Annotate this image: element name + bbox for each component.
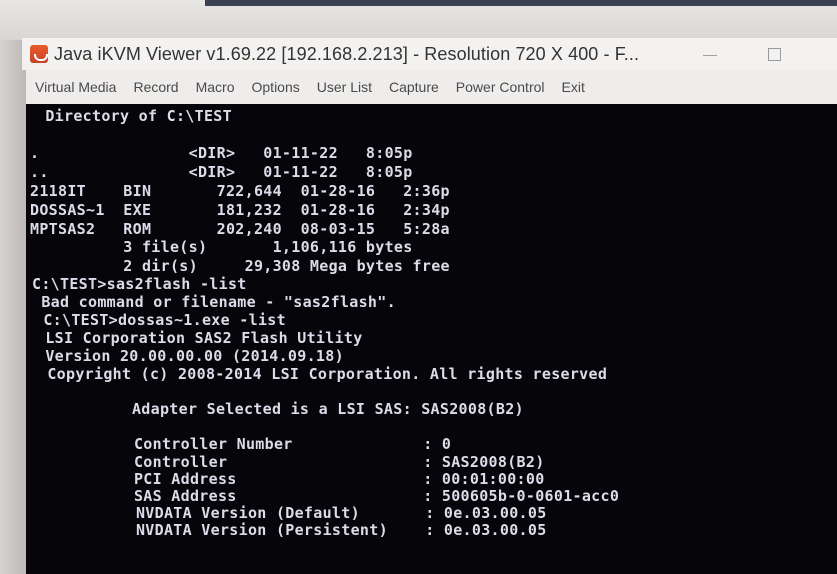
menu-bar: Virtual Media Record Macro Options User … [26, 70, 837, 104]
console-line: C:\TEST>sas2flash -list [32, 275, 247, 293]
console-line: C:\TEST>dossas~1.exe -list [34, 311, 286, 329]
console-line: SAS Address : 500605b-0-0601-acc0 [50, 487, 620, 505]
console-line: 3 file(s) 1,106,116 bytes [30, 238, 413, 256]
console-line: PCI Address : 00:01:00:00 [50, 470, 545, 488]
window-titlebar[interactable]: Java iKVM Viewer v1.69.22 [192.168.2.213… [22, 38, 837, 70]
java-cup-icon [30, 45, 48, 63]
window-title: Java iKVM Viewer v1.69.22 [192.168.2.213… [54, 43, 640, 64]
console-line: NVDATA Version (Default) : 0e.03.00.05 [52, 504, 547, 522]
console-line: Version 20.00.00.00 (2014.09.18) [36, 347, 344, 365]
console-line: Copyright (c) 2008-2014 LSI Corporation.… [38, 365, 608, 383]
console-line: NVDATA Version (Persistent) : 0e.03.00.0… [52, 521, 547, 539]
background-window-strip [205, 0, 837, 6]
menu-record[interactable]: Record [133, 79, 178, 95]
menu-exit[interactable]: Exit [562, 79, 585, 95]
monitor-bezel-top [0, 0, 837, 40]
menu-options[interactable]: Options [252, 79, 300, 95]
console-line: 2118IT BIN 722,644 01-28-16 2:36p [30, 182, 450, 200]
console-line: Directory of C:\TEST [36, 107, 232, 125]
minimize-icon: — [703, 46, 717, 62]
console-line: Bad command or filename - "sas2flash". [32, 293, 396, 311]
menu-virtual-media[interactable]: Virtual Media [35, 79, 116, 95]
menu-macro[interactable]: Macro [196, 79, 235, 95]
console-line: .. <DIR> 01-11-22 8:05p [30, 163, 413, 181]
console-line: Controller : SAS2008(B2) [50, 453, 545, 471]
console-line: 2 dir(s) 29,308 Mega bytes free [30, 257, 450, 275]
maximize-button[interactable] [754, 38, 794, 70]
monitor-bezel-left [0, 40, 26, 574]
console-line: MPTSAS2 ROM 202,240 08-03-15 5:28a [30, 220, 450, 238]
console-line: LSI Corporation SAS2 Flash Utility [36, 329, 363, 347]
console-line: Adapter Selected is a LSI SAS: SAS2008(B… [48, 400, 524, 418]
maximize-icon [767, 47, 781, 61]
console-line: . <DIR> 01-11-22 8:05p [30, 144, 413, 162]
menu-capture[interactable]: Capture [389, 79, 439, 95]
menu-power-control[interactable]: Power Control [456, 79, 545, 95]
console-line: DOSSAS~1 EXE 181,232 01-28-16 2:34p [30, 201, 450, 219]
minimize-button[interactable]: — [690, 38, 730, 70]
console-line: Controller Number : 0 [50, 435, 452, 453]
menu-user-list[interactable]: User List [317, 79, 372, 95]
kvm-console-screen[interactable]: Directory of C:\TEST . <DIR> 01-11-22 8:… [26, 104, 837, 574]
